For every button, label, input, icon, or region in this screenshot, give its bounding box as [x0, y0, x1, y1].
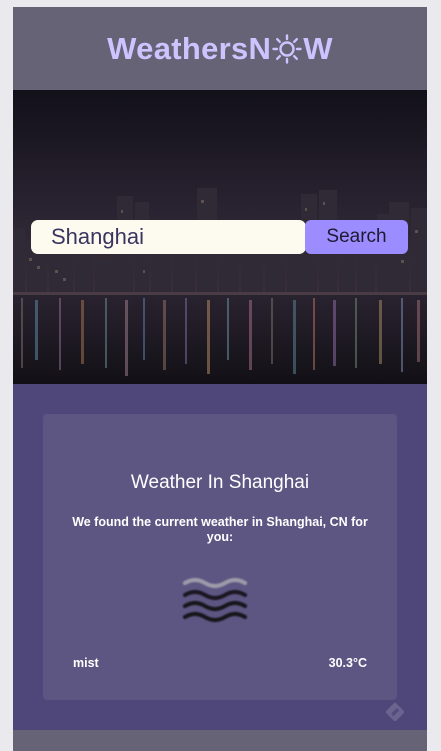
weather-result-card: Weather In Shanghai We found the current… — [43, 414, 397, 700]
weather-condition: mist — [73, 656, 99, 670]
app-header: WeathersN W — [13, 7, 427, 90]
city-search-input[interactable] — [31, 220, 306, 254]
weather-description: We found the current weather in Shanghai… — [72, 515, 368, 544]
logo-text-prefix: WeathersN — [107, 30, 272, 66]
bottom-bar — [13, 730, 427, 751]
app-logo: WeathersN W — [107, 31, 333, 67]
weather-temperature: 30.3°C — [328, 656, 367, 670]
edit-badge-icon[interactable] — [383, 700, 407, 724]
app-container: WeathersN W Shanghai Search Weather In S… — [13, 7, 427, 743]
logo-text-suffix: W — [303, 30, 333, 66]
search-button[interactable]: Search — [305, 220, 408, 254]
mist-icon — [182, 577, 248, 623]
sun-icon — [272, 33, 302, 64]
hero-search-banner: Search — [13, 90, 427, 384]
weather-title: Weather In Shanghai — [130, 472, 310, 493]
